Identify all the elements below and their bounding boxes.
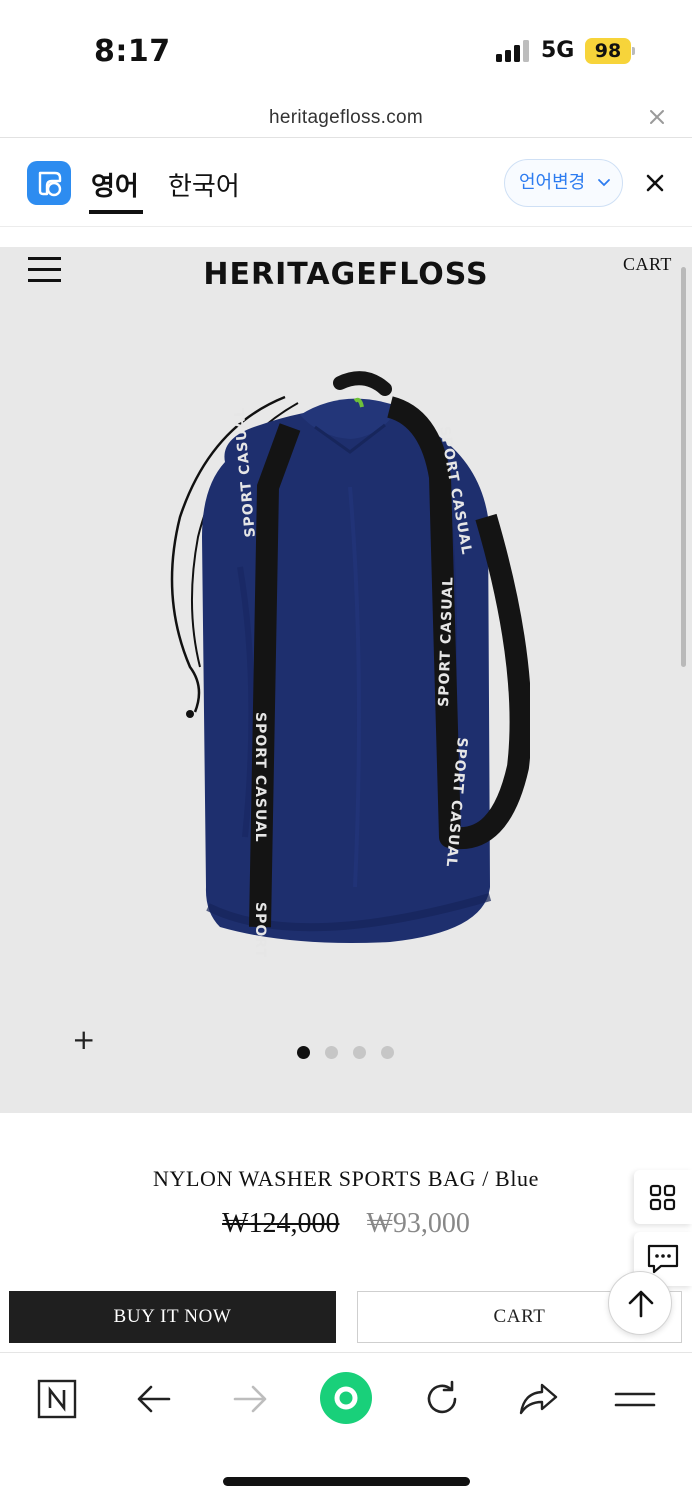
url-bar[interactable]: heritagefloss.com (0, 98, 692, 138)
status-bar: 8:17 5G 98 (0, 0, 692, 98)
product-image[interactable]: SPORT CASUAL SPORT CASUAL SPORT CASUAL S… (150, 367, 530, 957)
status-time: 8:17 (94, 34, 171, 69)
forward-arrow-icon[interactable] (226, 1375, 274, 1423)
price-row: ₩124,000 ₩93,000 (0, 1208, 692, 1240)
change-language-button[interactable]: 언어변경 (504, 159, 623, 207)
change-language-label: 언어변경 (519, 172, 586, 193)
battery-cap (632, 47, 635, 55)
brand-logo[interactable]: HERITAGEFLOSS (0, 257, 692, 292)
grid-menu-button[interactable] (634, 1170, 692, 1224)
translate-bar: 영어 한국어 언어변경 (0, 138, 692, 227)
header-cart-link[interactable]: CART (623, 254, 672, 275)
translate-logo-icon (27, 161, 71, 205)
grid-icon (649, 1184, 676, 1211)
share-icon[interactable] (514, 1375, 562, 1423)
home-indicator (223, 1477, 470, 1486)
refresh-icon[interactable] (418, 1375, 466, 1423)
pagination-dot[interactable] (325, 1046, 338, 1059)
product-gallery[interactable]: HERITAGEFLOSS CART SPORT CASUAL SPORT CA… (0, 247, 692, 1113)
pagination-dot[interactable] (297, 1046, 310, 1059)
buy-now-button[interactable]: BUY IT NOW (9, 1291, 336, 1343)
zoom-plus-icon[interactable]: + (72, 1023, 95, 1056)
scrollbar[interactable] (681, 267, 686, 667)
arrow-up-icon (628, 1290, 654, 1318)
tab-active-indicator (89, 210, 143, 214)
pagination-dot[interactable] (353, 1046, 366, 1059)
green-dot-icon[interactable] (320, 1372, 372, 1424)
hamburger-menu-icon[interactable] (611, 1375, 659, 1423)
network-label: 5G (541, 38, 575, 63)
strap-print: SPORT CASUAL (252, 902, 268, 957)
close-icon[interactable] (646, 106, 668, 128)
close-icon[interactable] (644, 172, 666, 194)
product-name: NYLON WASHER SPORTS BAG / Blue (152, 1166, 540, 1191)
url-domain[interactable]: heritagefloss.com (0, 107, 692, 129)
tab-korean[interactable]: 한국어 (168, 166, 240, 203)
scroll-top-button[interactable] (608, 1271, 672, 1335)
signal-icon (496, 40, 532, 62)
browser-toolbar (0, 1352, 692, 1500)
sale-price: ₩93,000 (366, 1208, 470, 1239)
original-price: ₩124,000 (222, 1208, 340, 1239)
tab-english[interactable]: 영어 (91, 166, 139, 203)
pagination-dot[interactable] (381, 1046, 394, 1059)
strap-print: SPORT CASUAL (252, 712, 268, 843)
battery-icon: 98 (585, 38, 631, 64)
back-arrow-icon[interactable] (130, 1375, 178, 1423)
naver-home-icon[interactable] (33, 1375, 81, 1423)
chevron-down-icon (598, 179, 610, 187)
